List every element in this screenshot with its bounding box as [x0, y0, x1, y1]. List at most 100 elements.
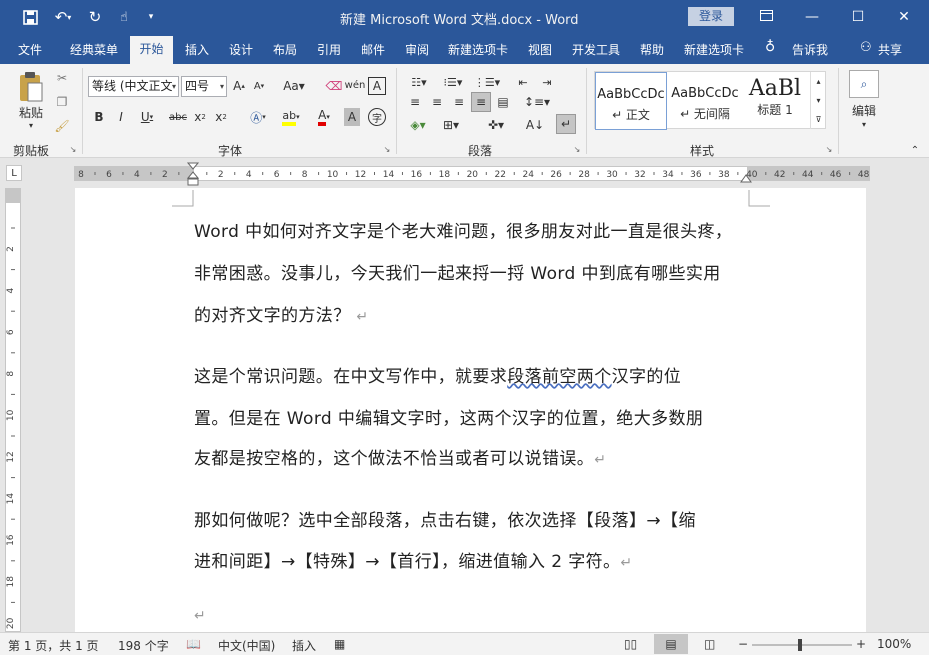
- tell-me-search[interactable]: 告诉我: [792, 41, 828, 58]
- highlight-color-icon[interactable]: ab ▾: [276, 106, 306, 128]
- styles-scroll-down-icon[interactable]: ▾: [810, 91, 826, 110]
- format-painter-icon[interactable]: 🖌: [54, 118, 70, 134]
- tab-help[interactable]: 帮助: [640, 41, 664, 58]
- align-left-icon[interactable]: ≡: [406, 94, 424, 110]
- zoom-out-icon[interactable]: −: [738, 637, 748, 651]
- undo-icon[interactable]: ↶ ▾: [50, 7, 76, 27]
- italic-icon[interactable]: I: [114, 108, 128, 126]
- tab-layout[interactable]: 布局: [273, 41, 297, 58]
- multilevel-list-icon[interactable]: ⋮☰▾: [474, 74, 500, 90]
- editing-dropdown-icon[interactable]: ▾: [859, 119, 869, 129]
- doc-line[interactable]: Word 中如何对齐文字是个老大难问题，很多朋友对此一直是很头疼，: [194, 217, 732, 242]
- tab-new-tab-1[interactable]: 新建选项卡: [448, 41, 508, 58]
- borders-icon[interactable]: ⊞▾: [438, 116, 464, 134]
- character-border-icon[interactable]: A: [368, 77, 386, 95]
- search-icon[interactable]: ⌕: [849, 70, 879, 98]
- underline-icon[interactable]: U ▾: [136, 108, 158, 126]
- empty-paragraph[interactable]: ↵: [194, 605, 206, 625]
- clipboard-launcher-icon[interactable]: ↘: [68, 144, 78, 154]
- paste-dropdown-icon[interactable]: ▾: [26, 120, 36, 130]
- text-effects-icon[interactable]: Ⓐ ▾: [244, 108, 272, 126]
- vertical-scrollbar[interactable]: [911, 188, 929, 632]
- vertical-ruler[interactable]: 2 4 6 8 10 12 14 16 18 20: [5, 188, 21, 632]
- tab-file[interactable]: 文件: [18, 41, 42, 58]
- clear-formatting-icon[interactable]: ⌫: [325, 77, 343, 95]
- page-count[interactable]: 第 1 页，共 1 页: [8, 637, 99, 654]
- subscript-icon[interactable]: x2: [192, 108, 208, 126]
- paste-button-label[interactable]: 粘贴: [14, 104, 48, 120]
- decrease-indent-icon[interactable]: ⇤: [514, 74, 532, 90]
- login-button[interactable]: 登录: [688, 7, 734, 26]
- font-launcher-icon[interactable]: ↘: [382, 144, 392, 154]
- tab-references[interactable]: 引用: [317, 41, 341, 58]
- bullets-icon[interactable]: ☷▾: [406, 74, 432, 90]
- editing-button[interactable]: 编辑: [849, 102, 879, 118]
- styles-more-icon[interactable]: ⊽: [810, 110, 826, 129]
- doc-line[interactable]: 进和间距】→【特殊】→【首行】，缩进值输入 2 字符。↵: [194, 547, 633, 572]
- indent-marker-icon[interactable]: [186, 162, 200, 188]
- maximize-icon[interactable]: ☐: [838, 6, 878, 28]
- line-spacing-icon[interactable]: ↕≡▾: [524, 94, 550, 110]
- insert-mode[interactable]: 插入: [292, 637, 316, 654]
- show-hide-marks-icon[interactable]: ↵: [556, 114, 576, 134]
- tab-view[interactable]: 视图: [528, 41, 552, 58]
- ribbon-display-options-icon[interactable]: [746, 6, 786, 28]
- bold-icon[interactable]: B: [92, 108, 106, 126]
- collapse-ribbon-icon[interactable]: ⌃: [908, 144, 922, 156]
- share-button[interactable]: 共享: [878, 41, 902, 58]
- superscript-icon[interactable]: x2: [213, 108, 229, 126]
- proofing-icon[interactable]: 📖: [186, 637, 201, 651]
- phonetic-guide-icon[interactable]: wén: [345, 75, 366, 95]
- tab-review[interactable]: 审阅: [405, 41, 429, 58]
- styles-launcher-icon[interactable]: ↘: [824, 144, 834, 154]
- tab-selector-icon[interactable]: L: [6, 165, 22, 181]
- numbering-icon[interactable]: ⁝☰▾: [440, 74, 466, 90]
- doc-line[interactable]: 友都是按空格的，这个做法不恰当或者可以说错误。↵: [194, 444, 606, 469]
- tab-classic-menu[interactable]: 经典菜单: [70, 41, 118, 58]
- doc-line[interactable]: 置。但是在 Word 中编辑文字时，这两个汉字的位置，绝大多数朋: [194, 404, 703, 429]
- grow-font-icon[interactable]: A ▴: [231, 77, 247, 95]
- macro-icon[interactable]: ▦: [334, 637, 345, 651]
- tab-home[interactable]: 开始: [130, 36, 173, 64]
- zoom-in-icon[interactable]: +: [856, 637, 866, 651]
- font-name-select[interactable]: 等线 (中文正文 ▾: [88, 76, 179, 97]
- paragraph-launcher-icon[interactable]: ↘: [572, 144, 582, 154]
- style-no-spacing[interactable]: AaBbCcDc ↵ 无间隔: [669, 72, 741, 130]
- tab-developer[interactable]: 开发工具: [572, 41, 620, 58]
- font-color-icon[interactable]: A ▾: [310, 106, 338, 128]
- font-size-select[interactable]: 四号 ▾: [181, 76, 227, 97]
- enclose-characters-icon[interactable]: 字: [368, 108, 386, 126]
- web-layout-icon[interactable]: ◫: [704, 637, 715, 651]
- print-layout-icon[interactable]: ▤: [654, 634, 688, 654]
- right-indent-marker-icon[interactable]: [740, 172, 752, 184]
- shading-icon[interactable]: ◈▾: [406, 116, 430, 134]
- copy-icon[interactable]: ❐: [54, 94, 70, 110]
- character-shading-icon[interactable]: A: [344, 108, 360, 126]
- zoom-slider-thumb[interactable]: [798, 639, 802, 651]
- touch-mode-icon[interactable]: ☝: [114, 7, 134, 27]
- customize-qat-icon[interactable]: ▾: [144, 7, 158, 27]
- sort-icon[interactable]: A↓: [526, 116, 544, 134]
- align-right-icon[interactable]: ≡: [450, 94, 468, 110]
- tab-insert[interactable]: 插入: [185, 41, 209, 58]
- lightbulb-icon[interactable]: ♁: [765, 39, 775, 55]
- change-case-icon[interactable]: Aa▾: [280, 77, 308, 95]
- align-center-icon[interactable]: ≡: [428, 94, 446, 110]
- justify-icon[interactable]: ≡: [471, 92, 491, 112]
- doc-line[interactable]: 这是个常识问题。在中文写作中，就要求段落前空两个汉字的位: [194, 362, 681, 387]
- close-icon[interactable]: ✕: [884, 6, 924, 28]
- redo-icon[interactable]: ↻: [86, 7, 104, 27]
- doc-line[interactable]: 的对齐文字的方法？ ↵: [194, 301, 369, 326]
- minimize-icon[interactable]: —: [792, 6, 832, 28]
- distributed-icon[interactable]: ▤: [494, 94, 512, 110]
- styles-scroll-up-icon[interactable]: ▴: [810, 72, 826, 91]
- zoom-level[interactable]: 100%: [877, 637, 911, 651]
- increase-indent-icon[interactable]: ⇥: [538, 74, 556, 90]
- word-count[interactable]: 198 个字: [118, 637, 169, 654]
- tab-design[interactable]: 设计: [229, 41, 253, 58]
- cut-icon[interactable]: ✂: [54, 70, 70, 86]
- chinese-layout-icon[interactable]: ✜▾: [482, 116, 510, 134]
- style-normal[interactable]: AaBbCcDc ↵ 正文: [595, 72, 667, 130]
- paste-icon[interactable]: [14, 70, 48, 104]
- doc-line[interactable]: 那如何做呢？选中全部段落，点击右键，依次选择【段落】→【缩: [194, 506, 696, 531]
